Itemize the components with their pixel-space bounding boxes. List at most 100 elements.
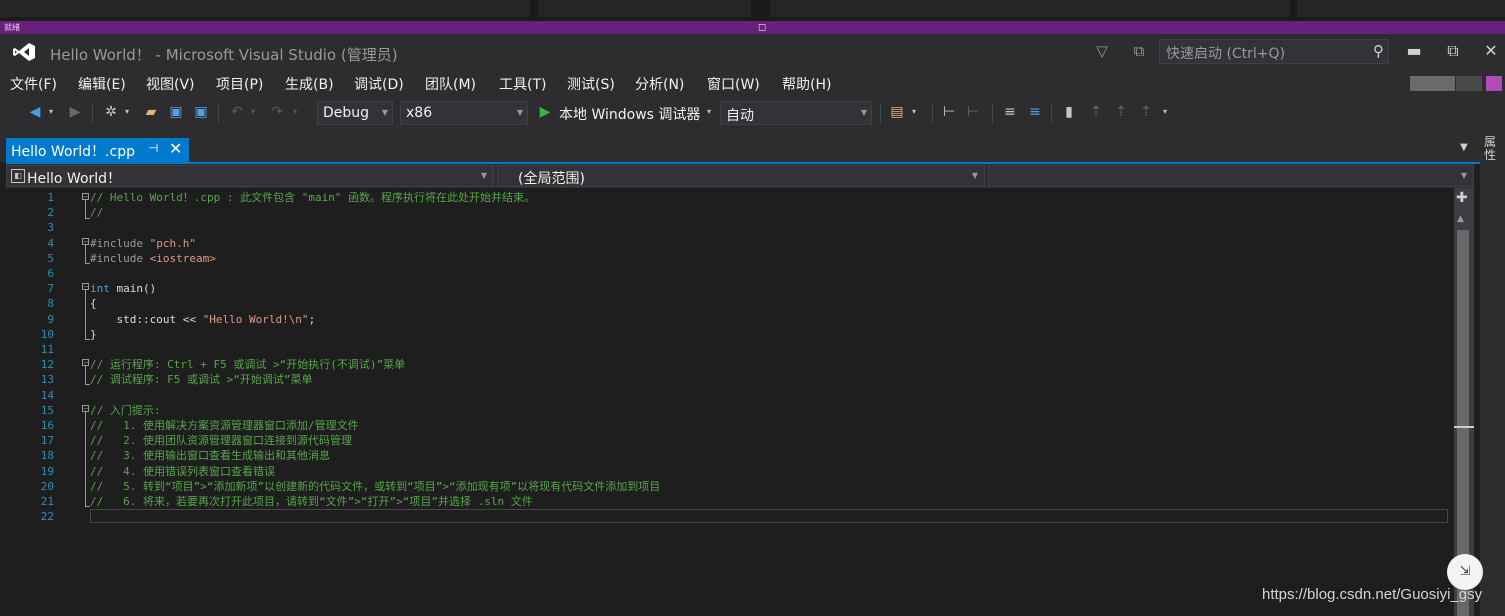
project-icon: ◧ — [11, 169, 25, 183]
chevron-down-icon[interactable]: ▾ — [248, 103, 258, 121]
fold-toggle-icon[interactable]: − — [82, 193, 89, 201]
bookmark-icon[interactable]: ▮ — [1060, 103, 1078, 121]
menu-bar: 文件(F) 编辑(E) 视图(V) 项目(P) 生成(B) 调试(D) 团队(M… — [0, 70, 1505, 96]
project-select[interactable]: ◧ Hello World！ ▼ — [6, 165, 494, 187]
code-line[interactable]: // 2. 使用团队资源管理器窗口连接到源代码管理 — [90, 433, 352, 448]
chevron-down-icon[interactable]: ▾ — [122, 103, 132, 121]
undo-icon[interactable]: ↶ — [228, 103, 246, 121]
code-line[interactable]: // — [90, 205, 103, 220]
close-button[interactable]: ✕ — [1481, 40, 1501, 62]
clear-bookmarks-icon[interactable]: ⇡ — [1137, 103, 1155, 121]
feedback-icon[interactable]: ⧉ — [1129, 41, 1149, 61]
code-editor[interactable]: 1 2 3 4 5 6 7 8 9 10 11 12 13 14 15 16 17 18 19 20 21 22 // H… — [6, 188, 1474, 616]
fold-toggle-icon[interactable]: − — [82, 283, 89, 291]
code-line[interactable]: #include <iostream> — [90, 251, 216, 266]
platform-select[interactable]: x86 ▼ — [400, 101, 528, 125]
menu-window[interactable]: 窗口(W) — [707, 74, 760, 94]
code-line[interactable]: // 4. 使用错误列表窗口查看错误 — [90, 464, 275, 479]
close-icon[interactable]: ✕ — [169, 139, 182, 158]
prev-bookmark-icon[interactable]: ⇡ — [1087, 103, 1105, 121]
forward-icon[interactable]: ▶ — [66, 103, 84, 121]
tab-overflow-icon[interactable]: ▼ — [1460, 142, 1468, 153]
menu-tools[interactable]: 工具(T) — [499, 74, 546, 94]
chevron-down-icon[interactable]: ▾ — [704, 103, 714, 121]
menu-analyze[interactable]: 分析(N) — [635, 74, 684, 94]
maximize-button[interactable]: ⧉ — [1443, 40, 1463, 62]
comment-icon[interactable]: ≡ — [1001, 103, 1019, 121]
split-icon[interactable]: ✚ — [1456, 190, 1468, 206]
uncomment-icon[interactable]: ≡ — [1026, 103, 1044, 121]
code-line[interactable]: int main() — [90, 281, 156, 296]
open-folder-icon[interactable]: ▰ — [142, 103, 160, 121]
step-icon[interactable]: ⊢ — [940, 103, 958, 121]
code-line[interactable]: #include "pch.h" — [90, 236, 196, 251]
vertical-scrollbar[interactable]: ✚ ▲ — [1454, 188, 1474, 616]
minimize-button[interactable]: ▬ — [1404, 40, 1424, 62]
current-line-highlight — [90, 509, 1448, 523]
code-line[interactable]: // Hello World！.cpp : 此文件包含 "main" 函数。程序… — [90, 190, 535, 205]
properties-side-tab[interactable]: 属性 — [1480, 130, 1505, 616]
top-strip — [0, 0, 1505, 21]
avatar[interactable] — [1486, 76, 1502, 91]
line-number: 5 — [47, 251, 54, 265]
code-line[interactable]: } — [90, 327, 97, 342]
menu-help[interactable]: 帮助(H) — [782, 74, 831, 94]
save-all-icon[interactable]: ▣ — [192, 103, 210, 121]
search-icon[interactable]: ⚲ — [1373, 42, 1384, 60]
chevron-down-icon[interactable]: ▾ — [46, 103, 56, 121]
menu-build[interactable]: 生成(B) — [285, 74, 334, 94]
code-token: "pch.h" — [149, 236, 196, 250]
step-over-icon[interactable]: ⊢ — [964, 103, 982, 121]
chevron-down-icon[interactable]: ▾ — [290, 103, 300, 121]
menu-debug[interactable]: 调试(D) — [354, 74, 404, 94]
code-line[interactable]: { — [90, 296, 97, 311]
tab-hello-world-cpp[interactable]: Hello World！.cpp ⊣ ✕ — [6, 138, 189, 162]
line-number: 18 — [40, 449, 54, 463]
account-name[interactable] — [1456, 76, 1482, 91]
fold-toggle-icon[interactable]: − — [82, 238, 89, 246]
code-token: int — [90, 282, 110, 296]
code-line[interactable]: // 调试程序: F5 或调试 >“开始调试”菜单 — [90, 372, 312, 387]
configuration-select[interactable]: Debug ▼ — [317, 101, 393, 125]
chevron-down-icon: ▼ — [516, 108, 523, 117]
chevron-down-icon[interactable]: ▾ — [909, 103, 919, 121]
scope-select[interactable]: (全局范围) ▼ — [497, 165, 985, 187]
scroll-up-icon[interactable]: ▲ — [1457, 214, 1464, 224]
member-select[interactable]: ▼ — [988, 165, 1474, 187]
code-line[interactable]: // 3. 使用输出窗口查看生成输出和其他消息 — [90, 448, 330, 463]
code-line[interactable]: // 入门提示: — [90, 403, 161, 418]
line-number: 10 — [40, 327, 54, 341]
fold-line — [85, 339, 90, 340]
solution-explorer-icon[interactable]: ▤ — [888, 103, 906, 121]
redo-icon[interactable]: ↷ — [268, 103, 286, 121]
code-line[interactable]: // 5. 转到“项目”>“添加新项”以创建新的代码文件，或转到“项目”>“添加… — [90, 479, 660, 494]
line-number: 12 — [40, 358, 54, 372]
back-icon[interactable]: ◀ — [26, 103, 44, 121]
auto-value: 自动 — [726, 108, 754, 124]
menu-test[interactable]: 测试(S) — [567, 74, 615, 94]
code-line[interactable]: // 运行程序: Ctrl + F5 或调试 >“开始执行(不调试)”菜单 — [90, 357, 405, 372]
fold-toggle-icon[interactable]: − — [82, 359, 89, 367]
fold-toggle-icon[interactable]: − — [82, 405, 89, 413]
play-icon[interactable]: ▶ — [536, 103, 554, 121]
code-line[interactable]: std::cout << "Hello World!\n"; — [90, 312, 315, 327]
menu-edit[interactable]: 编辑(E) — [78, 74, 126, 94]
collapse-icon[interactable]: ⇲ — [1447, 554, 1483, 590]
new-project-icon[interactable]: ✲ — [102, 103, 120, 121]
menu-file[interactable]: 文件(F) — [10, 74, 57, 94]
auto-select[interactable]: 自动 ▼ — [720, 101, 872, 125]
chevron-down-icon[interactable]: ▾ — [1160, 103, 1170, 121]
menu-view[interactable]: 视图(V) — [146, 74, 195, 94]
menu-project[interactable]: 项目(P) — [216, 74, 263, 94]
code-line[interactable]: // 6. 将来，若要再次打开此项目，请转到“文件”>“打开”>“项目”并选择 … — [90, 494, 533, 509]
quick-launch-input[interactable]: 快速启动 (Ctrl+Q) ⚲ — [1159, 39, 1389, 64]
filter-icon[interactable]: ▽ — [1092, 41, 1112, 61]
pin-icon[interactable]: ⊣ — [148, 141, 158, 155]
save-icon[interactable]: ▣ — [167, 103, 185, 121]
account-name[interactable] — [1410, 76, 1455, 91]
start-debugger-button[interactable]: 本地 Windows 调试器 — [559, 104, 700, 124]
menu-team[interactable]: 团队(M) — [425, 74, 476, 94]
next-bookmark-icon[interactable]: ⇡ — [1112, 103, 1130, 121]
code-line[interactable]: // 1. 使用解决方案资源管理器窗口添加/管理文件 — [90, 418, 359, 433]
code-token: // 运行程序: Ctrl + F5 或调试 >“开始执行(不调试)”菜单 — [90, 358, 406, 372]
